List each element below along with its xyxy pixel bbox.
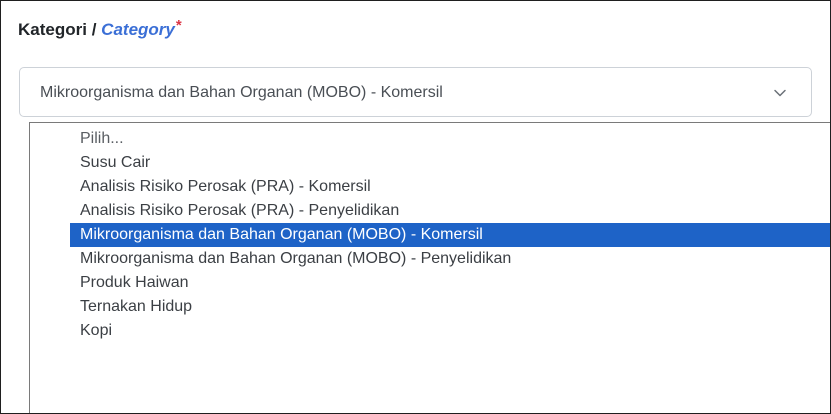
option-pra-penyelidikan[interactable]: Analisis Risiko Perosak (PRA) - Penyelid… bbox=[70, 199, 830, 223]
category-options-list: Pilih... Susu Cair Analisis Risiko Peros… bbox=[29, 122, 830, 413]
label-separator: / bbox=[91, 20, 97, 39]
label-malay: Kategori bbox=[18, 20, 87, 39]
required-marker: * bbox=[175, 17, 182, 34]
option-kopi[interactable]: Kopi bbox=[70, 319, 830, 343]
category-select[interactable]: Mikroorganisma dan Bahan Organan (MOBO) … bbox=[19, 67, 812, 117]
option-ternakan-hidup[interactable]: Ternakan Hidup bbox=[70, 295, 830, 319]
category-field-label: Kategori / Category* bbox=[18, 17, 182, 44]
option-susu-cair[interactable]: Susu Cair bbox=[70, 151, 830, 175]
option-produk-haiwan[interactable]: Produk Haiwan bbox=[70, 271, 830, 295]
option-pra-komersil[interactable]: Analisis Risiko Perosak (PRA) - Komersil bbox=[70, 175, 830, 199]
form-panel: Kategori / Category* Mikroorganisma dan … bbox=[0, 0, 831, 414]
option-mobo-penyelidikan[interactable]: Mikroorganisma dan Bahan Organan (MOBO) … bbox=[70, 247, 830, 271]
option-mobo-komersil[interactable]: Mikroorganisma dan Bahan Organan (MOBO) … bbox=[70, 223, 830, 247]
label-english: Category bbox=[101, 20, 175, 39]
category-select-value: Mikroorganisma dan Bahan Organan (MOBO) … bbox=[40, 84, 443, 101]
option-pilih[interactable]: Pilih... bbox=[70, 127, 830, 151]
chevron-down-icon[interactable] bbox=[773, 86, 787, 100]
